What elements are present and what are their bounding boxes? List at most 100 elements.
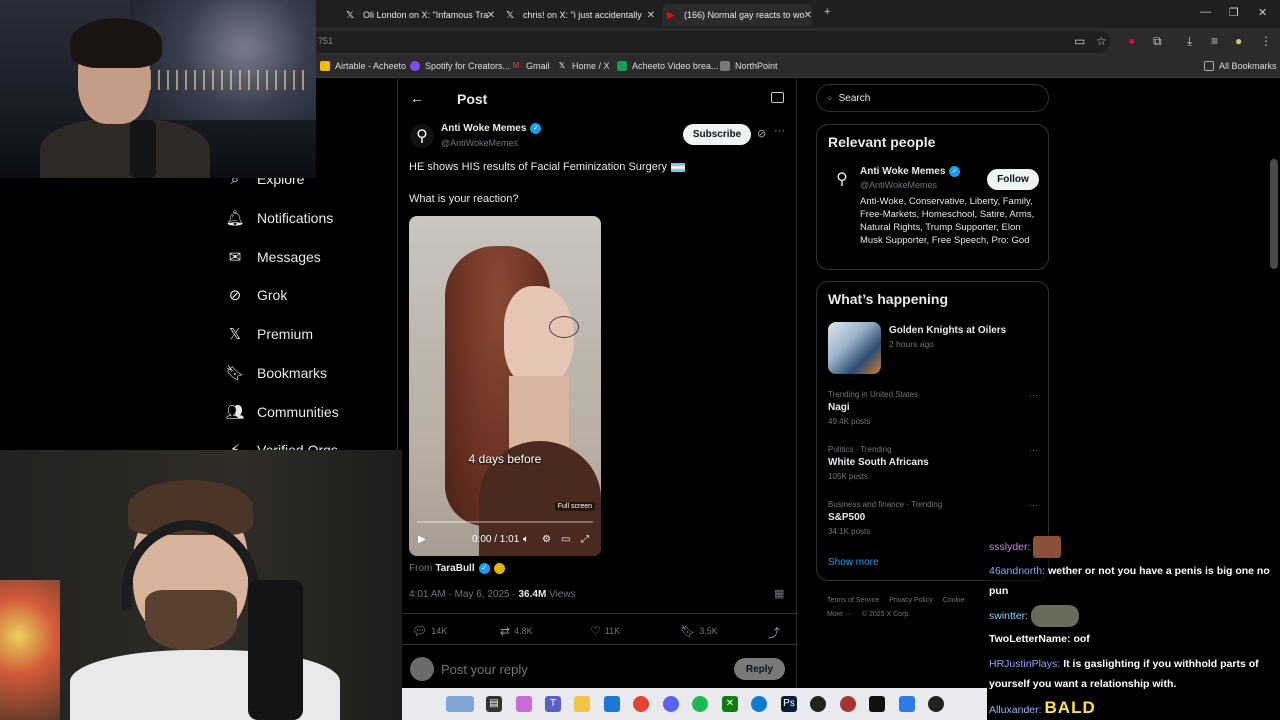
person-handle[interactable]: @AntiWokeMemes: [860, 180, 937, 190]
source-user[interactable]: TaraBull: [435, 563, 474, 574]
close-window-icon[interactable]: ✕: [1258, 6, 1267, 19]
reply-button[interactable]: Reply: [734, 658, 785, 680]
browser-tab-active[interactable]: ▶ (166) Normal gay reacts to wo ✕: [662, 4, 812, 26]
more-options-icon[interactable]: ···: [1029, 445, 1038, 455]
settings-icon[interactable]: ⚙: [542, 534, 551, 545]
nav-messages[interactable]: ✉ Messages: [226, 248, 321, 266]
bookmark-item[interactable]: Acheeto Video brea...: [617, 61, 718, 71]
bookmark-item[interactable]: Spotify for Creators...: [410, 61, 510, 71]
chrome-icon[interactable]: [633, 696, 649, 712]
app-icon[interactable]: [840, 696, 856, 712]
footer-link[interactable]: Terms of Service: [827, 597, 879, 604]
app-icon[interactable]: [899, 696, 915, 712]
back-arrow-icon[interactable]: ←: [410, 90, 424, 106]
footer-link[interactable]: Cookie: [943, 597, 965, 604]
bookmark-item[interactable]: NorthPoint: [720, 61, 778, 71]
restore-icon[interactable]: ❐: [1229, 6, 1239, 19]
nav-notifications[interactable]: 🔔︎ Notifications: [225, 209, 333, 227]
bookmark-stat[interactable]: 🔖︎ 3.5K: [680, 624, 718, 638]
pip-icon[interactable]: ▭: [561, 534, 570, 545]
folder-icon[interactable]: [574, 696, 590, 712]
minimize-icon[interactable]: —: [1200, 6, 1211, 18]
browser-tab[interactable]: 𝕏 chris! on X: "i just accidentally ✕: [505, 4, 655, 26]
cast-icon[interactable]: ▭: [1074, 34, 1085, 48]
author-handle[interactable]: @AntiWokeMemes: [441, 138, 518, 148]
address-bar[interactable]: 751: [310, 31, 1110, 53]
user-avatar[interactable]: [410, 657, 434, 681]
nav-bookmarks[interactable]: 🔖︎ Bookmarks: [225, 364, 327, 382]
teams-icon[interactable]: T: [545, 696, 561, 712]
more-options-icon[interactable]: ···: [1029, 390, 1038, 400]
grok-icon[interactable]: ⊘: [757, 127, 766, 140]
subscribe-button[interactable]: Subscribe: [683, 124, 751, 145]
new-tab-icon[interactable]: +: [824, 6, 830, 18]
video-progress-bar[interactable]: [417, 521, 593, 523]
extension-icon[interactable]: ●: [1128, 34, 1135, 48]
bookmark-item[interactable]: M Gmail: [511, 61, 550, 71]
files-icon[interactable]: ▤: [486, 696, 502, 712]
show-more-link[interactable]: Show more: [828, 557, 879, 568]
post-text-question: What is your reaction?: [409, 193, 519, 205]
copilot-icon[interactable]: [516, 696, 532, 712]
nav-grok[interactable]: ⊘ Grok: [226, 286, 288, 304]
more-options-icon[interactable]: ···: [774, 125, 785, 137]
more-options-icon[interactable]: ···: [1029, 500, 1038, 510]
search-input[interactable]: ⌕ Search: [816, 84, 1049, 112]
trend-item[interactable]: Trending in United States Nagi 49.4K pos…: [828, 390, 1038, 426]
outlook-icon[interactable]: [604, 696, 620, 712]
reader-mode-icon[interactable]: [771, 92, 784, 103]
author-avatar[interactable]: ⚲: [410, 124, 434, 148]
post-timestamp[interactable]: 4:01 AM · May 6, 2025 ·: [409, 589, 516, 600]
download-icon[interactable]: ⤓: [1187, 34, 1192, 49]
reply-input[interactable]: Post your reply: [441, 662, 528, 677]
analytics-icon[interactable]: ▦: [774, 587, 784, 600]
trend-item[interactable]: Politics · Trending White South Africans…: [828, 445, 1038, 481]
star-icon[interactable]: ☆: [1096, 34, 1107, 48]
person-name[interactable]: Anti Woke Memes ✓: [860, 166, 961, 177]
scrollbar[interactable]: [1270, 159, 1278, 269]
verified-badge-icon: ✓: [530, 123, 542, 134]
person-avatar[interactable]: ⚲: [831, 169, 853, 191]
trend-item[interactable]: Business and finance · Trending S&P500 3…: [828, 500, 1038, 536]
close-tab-icon[interactable]: ✕: [647, 10, 655, 21]
profile-avatar-icon[interactable]: ●: [1235, 34, 1242, 48]
sheets-icon: [617, 61, 627, 71]
edge-icon[interactable]: [751, 696, 767, 712]
video-player[interactable]: 4 days before Full screen ▶ 0:00 / 1:01 …: [409, 216, 601, 556]
discord-icon[interactable]: [663, 696, 679, 712]
bookmark-item[interactable]: Airtable - Acheeto: [320, 61, 406, 71]
play-icon[interactable]: ▶: [418, 534, 426, 545]
all-bookmarks[interactable]: All Bookmarks: [1204, 61, 1277, 71]
app-icon[interactable]: [810, 696, 826, 712]
volume-icon[interactable]: 🔈︎: [523, 534, 529, 545]
browser-tab[interactable]: 𝕏 Oli London on X: "Infamous Tra ✕: [345, 4, 495, 26]
repost-stat[interactable]: ⇄ 4.8K: [500, 624, 533, 638]
github-icon[interactable]: [928, 696, 944, 712]
author-name[interactable]: Anti Woke Memes ✓: [441, 123, 542, 134]
xbox-icon[interactable]: ✕: [722, 696, 738, 712]
trend-thumbnail[interactable]: [828, 322, 881, 374]
app-icon[interactable]: [869, 696, 885, 712]
video-frame-glasses: [549, 316, 579, 338]
bookmark-item[interactable]: 𝕏 Home / X: [557, 61, 610, 71]
nav-premium[interactable]: 𝕏 Premium: [226, 325, 313, 343]
close-tab-icon[interactable]: ✕: [487, 10, 495, 21]
media-icon[interactable]: ≡: [1211, 34, 1218, 48]
chat-user: TwoLetterName:: [989, 633, 1071, 645]
footer-link[interactable]: More ···: [827, 611, 852, 618]
footer-link[interactable]: Privacy Policy: [889, 597, 933, 604]
photoshop-icon[interactable]: Ps: [781, 696, 797, 712]
close-tab-icon[interactable]: ✕: [804, 10, 812, 21]
reply-stat[interactable]: 💬︎ 14K: [412, 624, 447, 638]
widgets-icon[interactable]: [446, 696, 474, 712]
follow-button[interactable]: Follow: [987, 169, 1039, 190]
menu-icon[interactable]: ⋮: [1260, 34, 1272, 48]
spotify-icon[interactable]: [692, 696, 708, 712]
nav-communities[interactable]: 👥︎ Communities: [225, 403, 338, 421]
puzzle-icon[interactable]: ⧉: [1153, 34, 1162, 49]
share-stat[interactable]: ⤴: [768, 624, 784, 641]
video-time: 0:00 / 1:01: [472, 534, 520, 545]
like-stat[interactable]: ♡ 11K: [590, 624, 620, 638]
trend-highlight-title[interactable]: Golden Knights at Oilers: [889, 325, 1006, 336]
fullscreen-icon[interactable]: ⤢: [581, 534, 589, 545]
